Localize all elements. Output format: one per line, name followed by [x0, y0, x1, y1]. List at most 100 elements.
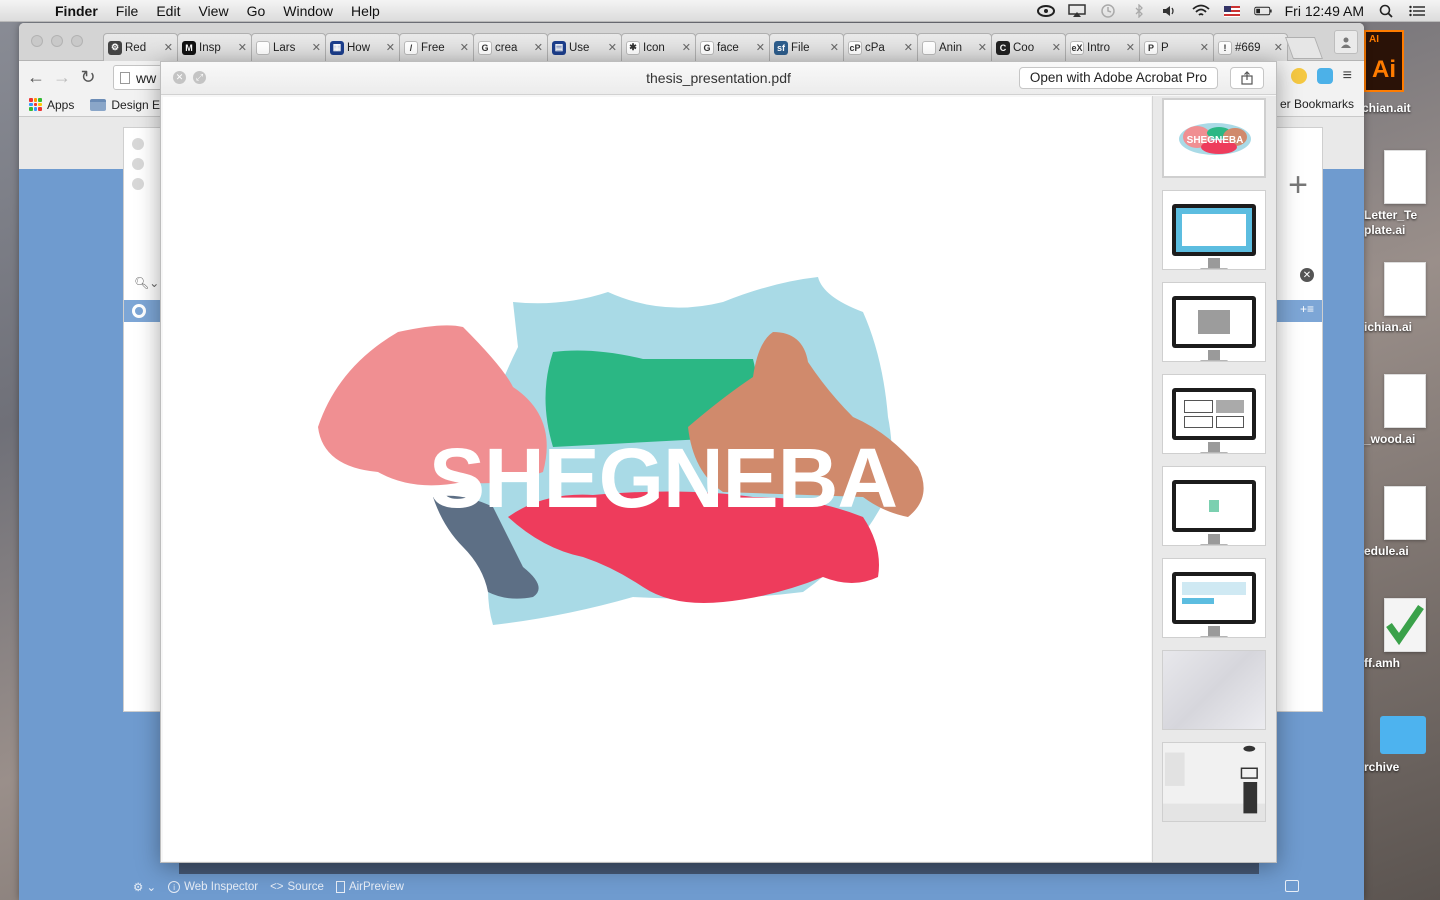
- add-icon[interactable]: +: [1288, 166, 1308, 205]
- menu-window[interactable]: Window: [274, 3, 342, 19]
- menu-clock[interactable]: Fri 12:49 AM: [1285, 3, 1364, 19]
- browser-tab[interactable]: Gcrea ✕: [473, 33, 548, 61]
- address-text: ww: [136, 69, 157, 86]
- browser-tab[interactable]: cP cPa ✕: [843, 33, 918, 61]
- tab-close-icon[interactable]: ✕: [164, 41, 173, 54]
- open-with-acrobat-button[interactable]: Open with Adobe Acrobat Pro: [1018, 67, 1218, 89]
- chrome-menu-icon[interactable]: ≡: [1343, 67, 1352, 85]
- browser-tab[interactable]: / Free ✕: [399, 33, 474, 61]
- tab-close-icon[interactable]: ✕: [312, 41, 321, 54]
- desktop-file-ichian[interactable]: ichian.ai: [1362, 262, 1440, 335]
- browser-tab[interactable]: ▦ How ✕: [325, 33, 400, 61]
- tab-close-icon[interactable]: ✕: [756, 41, 765, 54]
- thumbnail-page-1[interactable]: SHEGNEBA: [1162, 98, 1266, 178]
- menu-view[interactable]: View: [189, 3, 237, 19]
- menu-go[interactable]: Go: [238, 3, 275, 19]
- desktop-file-letter-template[interactable]: Letter_Te plate.ai: [1362, 150, 1440, 238]
- thumbnail-page-4[interactable]: [1162, 374, 1266, 454]
- illustrator-file-icon[interactable]: AI Ai: [1364, 30, 1404, 92]
- profile-icon[interactable]: [1334, 30, 1358, 54]
- browser-tab[interactable]: ▤ Use ✕: [547, 33, 622, 61]
- menu-edit[interactable]: Edit: [147, 3, 189, 19]
- browser-tab[interactable]: ✱ Icon ✕: [621, 33, 696, 61]
- add-list-icon[interactable]: +≡: [1300, 302, 1314, 316]
- airplay-icon[interactable]: [1067, 4, 1086, 18]
- dock-icon[interactable]: [1285, 880, 1299, 892]
- tab-close-icon[interactable]: ✕: [1200, 41, 1209, 54]
- desktop-file-schedule[interactable]: edule.ai: [1362, 486, 1440, 559]
- desktop-file-wood[interactable]: _wood.ai: [1362, 374, 1440, 447]
- tab-close-icon[interactable]: ✕: [978, 41, 987, 54]
- thumbnail-page-7[interactable]: [1162, 650, 1266, 730]
- web-inspector-button[interactable]: i Web Inspector: [168, 881, 258, 893]
- tab-label: Coo: [1013, 41, 1035, 54]
- tab-close-icon[interactable]: ✕: [386, 41, 395, 54]
- battery-icon[interactable]: [1253, 4, 1272, 18]
- tab-close-icon[interactable]: ✕: [904, 41, 913, 54]
- design-bookmark-folder[interactable]: Design E: [90, 98, 160, 112]
- extension-star-icon[interactable]: [1290, 68, 1307, 84]
- apps-bookmark[interactable]: Apps: [29, 98, 74, 112]
- browser-tab[interactable]: C Coo ✕: [991, 33, 1066, 61]
- search-icon[interactable]: 🔍︎⌄: [134, 276, 159, 290]
- thumbnail-page-8[interactable]: [1162, 742, 1266, 822]
- tab-close-icon[interactable]: ✕: [830, 41, 839, 54]
- tab-close-icon[interactable]: ✕: [1126, 41, 1135, 54]
- back-arrow-icon[interactable]: ←: [23, 67, 49, 88]
- browser-tab[interactable]: P P ✕: [1139, 33, 1214, 61]
- other-bookmarks[interactable]: er Bookmarks: [1280, 97, 1354, 111]
- browser-tab[interactable]: ! #669 ✕: [1213, 33, 1288, 61]
- close-window-button[interactable]: [31, 35, 43, 47]
- browser-tab[interactable]: sf File ✕: [769, 33, 844, 61]
- menu-help[interactable]: Help: [342, 3, 389, 19]
- bluetooth-icon[interactable]: [1130, 4, 1148, 18]
- menu-app-name[interactable]: Finder: [46, 3, 107, 19]
- desktop-label-ait: chian.ait: [1362, 101, 1411, 115]
- tab-label: P: [1161, 41, 1169, 54]
- clear-icon[interactable]: ✕: [1300, 268, 1314, 282]
- tab-close-icon[interactable]: ✕: [238, 41, 247, 54]
- time-machine-icon[interactable]: [1099, 4, 1117, 18]
- menu-file[interactable]: File: [107, 3, 148, 19]
- desktop-folder-archive[interactable]: rchive: [1362, 716, 1440, 775]
- browser-tab[interactable]: Lars ✕: [251, 33, 326, 61]
- source-button[interactable]: <> Source: [270, 881, 324, 893]
- tab-close-icon[interactable]: ✕: [1052, 41, 1061, 54]
- desktop-file-amh[interactable]: ff.amh: [1362, 598, 1440, 671]
- spotlight-icon[interactable]: [1377, 4, 1395, 18]
- fullscreen-icon[interactable]: ⤢: [193, 71, 206, 84]
- tab-close-icon[interactable]: ✕: [460, 41, 469, 54]
- browser-tab[interactable]: Anin ✕: [917, 33, 992, 61]
- forward-arrow-icon[interactable]: →: [49, 67, 75, 88]
- tab-label: Lars: [273, 41, 296, 54]
- thumbnail-page-6[interactable]: [1162, 558, 1266, 638]
- browser-tab[interactable]: Gface ✕: [695, 33, 770, 61]
- wifi-icon[interactable]: [1192, 4, 1210, 18]
- reload-icon[interactable]: ↻: [75, 67, 101, 88]
- tab-close-icon[interactable]: ✕: [1274, 41, 1283, 54]
- share-icon[interactable]: [1230, 67, 1264, 89]
- eye-icon[interactable]: [132, 304, 146, 318]
- notification-center-icon[interactable]: [1408, 4, 1426, 18]
- creative-cloud-icon[interactable]: [1036, 4, 1055, 18]
- thumbnail-page-2[interactable]: [1162, 190, 1266, 270]
- tab-close-icon[interactable]: ✕: [682, 41, 691, 54]
- tab-label: Free: [421, 41, 445, 54]
- thumbnail-page-5[interactable]: [1162, 466, 1266, 546]
- minimize-window-button[interactable]: [51, 35, 63, 47]
- us-flag-icon[interactable]: [1223, 4, 1241, 18]
- browser-tab[interactable]: ⚙ Red ✕: [103, 33, 178, 61]
- browser-tab[interactable]: eX Intro ✕: [1065, 33, 1140, 61]
- settings-gear-icon[interactable]: ⚙︎ ⌄: [133, 880, 156, 894]
- volume-icon[interactable]: [1161, 4, 1179, 18]
- airpreview-button[interactable]: AirPreview: [335, 881, 404, 893]
- tab-label: Anin: [939, 41, 963, 54]
- tab-close-icon[interactable]: ✕: [608, 41, 617, 54]
- extension-ghost-icon[interactable]: [1316, 68, 1333, 84]
- zoom-window-button[interactable]: [71, 35, 83, 47]
- tab-close-icon[interactable]: ✕: [534, 41, 543, 54]
- thumbnail-page-3[interactable]: [1162, 282, 1266, 362]
- close-icon[interactable]: ✕: [173, 71, 186, 84]
- new-tab-button[interactable]: [1284, 37, 1324, 59]
- browser-tab[interactable]: M Insp ✕: [177, 33, 252, 61]
